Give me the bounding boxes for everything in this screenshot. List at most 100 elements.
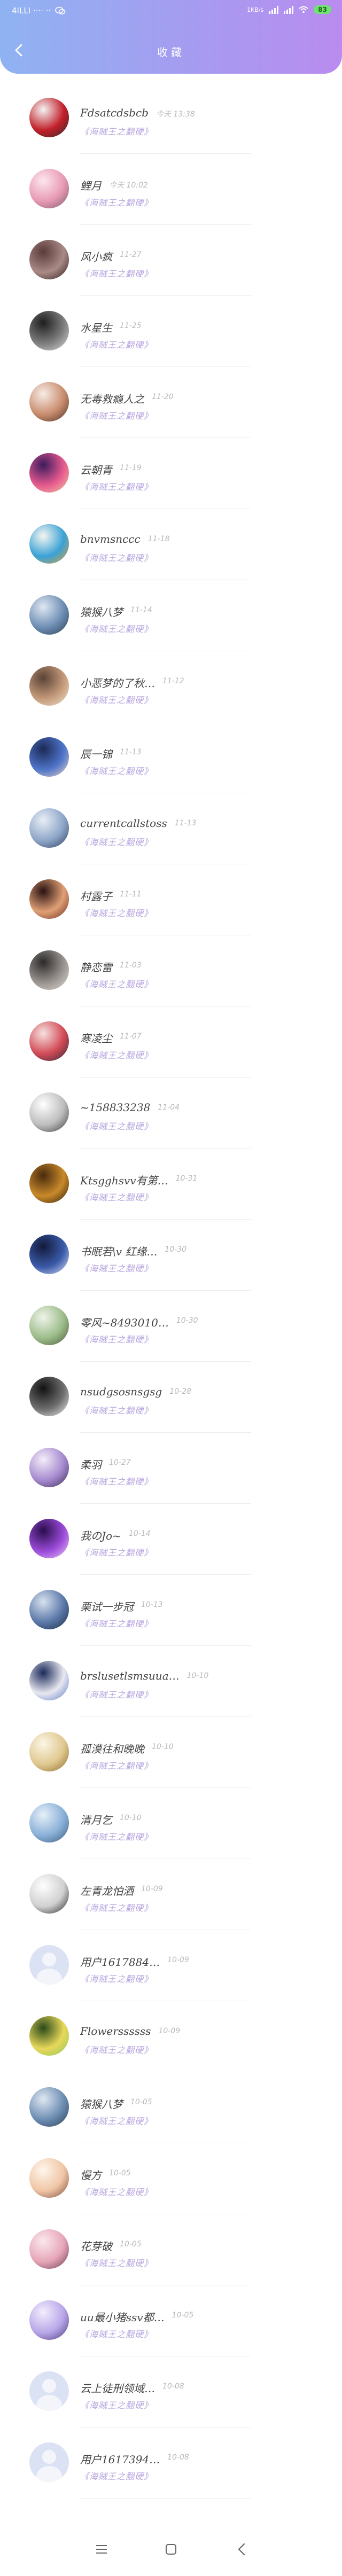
item-time: 11-19 bbox=[120, 464, 142, 472]
avatar[interactable] bbox=[29, 1519, 69, 1558]
avatar[interactable] bbox=[29, 1661, 69, 1700]
avatar[interactable] bbox=[29, 1164, 69, 1203]
avatar[interactable] bbox=[29, 1448, 69, 1487]
item-subtitle: 《海贼王之翻硬》 bbox=[80, 553, 153, 563]
item-subtitle: 《海贼王之翻硬》 bbox=[80, 837, 153, 847]
avatar-placeholder-icon[interactable] bbox=[29, 2442, 69, 2482]
item-subtitle: 《海贼王之翻硬》 bbox=[80, 2187, 153, 2197]
list-item[interactable]: 风小疯 11-27 《海贼王之翻硬》 bbox=[0, 225, 342, 296]
avatar[interactable] bbox=[29, 1235, 69, 1274]
menu-button[interactable] bbox=[91, 2539, 112, 2560]
item-name: 猿猴八梦 bbox=[80, 2098, 123, 2111]
network-speed: 1KB/s bbox=[247, 6, 264, 13]
list-item[interactable]: 猿猴八梦 11-14 《海贼王之翻硬》 bbox=[0, 580, 342, 651]
avatar[interactable] bbox=[29, 169, 69, 208]
item-time: 今天 13:38 bbox=[156, 110, 195, 119]
list-item[interactable]: currentcallstoss 11-13 《海贼王之翻硬》 bbox=[0, 793, 342, 864]
item-time: 10-09 bbox=[167, 1956, 189, 1964]
list-item[interactable]: 零风~8493010… 10-30 《海贼王之翻硬》 bbox=[0, 1291, 342, 1362]
avatar[interactable] bbox=[29, 1377, 69, 1416]
list-item[interactable]: 孤漠往和晚晚 10-10 《海贼王之翻硬》 bbox=[0, 1717, 342, 1788]
list-item[interactable]: 小恶梦的了秋… 11-12 《海贼王之翻硬》 bbox=[0, 651, 342, 722]
avatar[interactable] bbox=[29, 1874, 69, 1914]
list-item[interactable]: 鲤月 今天 10:02 《海贼王之翻硬》 bbox=[0, 154, 342, 225]
list-item[interactable]: 静恋雷 11-03 《海贼王之翻硬》 bbox=[0, 935, 342, 1006]
avatar[interactable] bbox=[29, 2087, 69, 2127]
list-item[interactable]: 清月乞 10-10 《海贼王之翻硬》 bbox=[0, 1788, 342, 1859]
list-item[interactable]: 辰一锦 11-13 《海贼王之翻硬》 bbox=[0, 722, 342, 793]
item-name: 孤漠往和晚晚 bbox=[80, 1743, 144, 1755]
avatar[interactable] bbox=[29, 595, 69, 635]
avatar[interactable] bbox=[29, 1732, 69, 1771]
status-left: 4ILLI ···· ·· bbox=[12, 6, 66, 15]
item-time: 11-25 bbox=[120, 322, 142, 330]
list-item[interactable]: 云朝青 11-19 《海贼王之翻硬》 bbox=[0, 438, 342, 509]
list-item[interactable]: Ktsgghsvv有第… 10-31 《海贼王之翻硬》 bbox=[0, 1149, 342, 1220]
item-name: bnvmsnccc bbox=[80, 533, 141, 545]
home-button[interactable] bbox=[160, 2539, 182, 2560]
list-item[interactable]: Fdsatcdsbcb 今天 13:38 《海贼王之翻硬》 bbox=[0, 83, 342, 154]
avatar[interactable] bbox=[29, 1021, 69, 1061]
avatar[interactable] bbox=[29, 98, 69, 137]
avatar[interactable] bbox=[29, 950, 69, 990]
list-item[interactable]: 柔羽 10-27 《海贼王之翻硬》 bbox=[0, 1433, 342, 1504]
avatar-placeholder-icon[interactable] bbox=[29, 1945, 69, 1985]
avatar[interactable] bbox=[29, 1092, 69, 1132]
list-item[interactable]: 云上徒刑领域… 10-08 《海贼王之翻硬》 bbox=[0, 2356, 342, 2427]
list-item[interactable]: 栗试一步冠 10-13 《海贼王之翻硬》 bbox=[0, 1575, 342, 1646]
item-name: 云朝青 bbox=[80, 464, 112, 477]
item-subtitle: 《海贼王之翻硬》 bbox=[80, 908, 153, 918]
avatar[interactable] bbox=[29, 879, 69, 919]
list-item[interactable]: bnvmsnccc 11-18 《海贼王之翻硬》 bbox=[0, 509, 342, 580]
list-item[interactable]: 水星生 11-25 《海贼王之翻硬》 bbox=[0, 296, 342, 367]
item-time: 10-28 bbox=[169, 1387, 191, 1396]
item-name: 小恶梦的了秋… bbox=[80, 677, 155, 690]
list-item[interactable]: 左青龙怕酒 10-09 《海贼王之翻硬》 bbox=[0, 1859, 342, 1930]
avatar[interactable] bbox=[29, 2300, 69, 2340]
item-name: 鲤月 bbox=[80, 179, 102, 192]
list-item[interactable]: 慢方 10-05 《海贼王之翻硬》 bbox=[0, 2143, 342, 2214]
item-time: 11-20 bbox=[152, 393, 174, 401]
avatar[interactable] bbox=[29, 382, 69, 421]
item-name: 村露子 bbox=[80, 890, 112, 903]
list-item[interactable]: 寒凌尘 11-07 《海贼王之翻硬》 bbox=[0, 1006, 342, 1078]
avatar-placeholder-icon[interactable] bbox=[29, 2371, 69, 2411]
avatar[interactable] bbox=[29, 524, 69, 564]
list-item[interactable]: nsudgsosnsgsg 10-28 《海贼王之翻硬》 bbox=[0, 1362, 342, 1433]
item-name: uu最小猪ssv都… bbox=[80, 2311, 165, 2324]
list-item[interactable]: uu最小猪ssv都… 10-05 《海贼王之翻硬》 bbox=[0, 2285, 342, 2356]
list-item[interactable]: brslusetlsmsuua… 10-10 《海贼王之翻硬》 bbox=[0, 1646, 342, 1717]
item-time: 10-09 bbox=[141, 1885, 163, 1893]
avatar[interactable] bbox=[29, 808, 69, 848]
list-item[interactable]: 用户1617394… 10-08 《海贼王之翻硬》 bbox=[0, 2427, 342, 2499]
item-time: 10-10 bbox=[152, 1743, 174, 1751]
list-item[interactable]: 无毒救瘾人之 11-20 《海贼王之翻硬》 bbox=[0, 367, 342, 438]
list-item[interactable]: ~158833238 11-04 《海贼王之翻硬》 bbox=[0, 1078, 342, 1149]
item-name: 用户1617884… bbox=[80, 1956, 160, 1969]
avatar[interactable] bbox=[29, 1306, 69, 1345]
item-subtitle: 《海贼王之翻硬》 bbox=[80, 2045, 153, 2055]
list-item[interactable]: 书眠若\v 红缘… 10-30 《海贼王之翻硬》 bbox=[0, 1220, 342, 1291]
system-back-button[interactable] bbox=[231, 2539, 252, 2560]
list-item[interactable]: 猿猴八梦 10-05 《海贼王之翻硬》 bbox=[0, 2072, 342, 2143]
item-subtitle: 《海贼王之翻硬》 bbox=[80, 269, 153, 279]
item-time: 11-03 bbox=[120, 961, 142, 970]
avatar[interactable] bbox=[29, 311, 69, 350]
item-subtitle: 《海贼王之翻硬》 bbox=[80, 1050, 153, 1060]
avatar[interactable] bbox=[29, 666, 69, 706]
avatar[interactable] bbox=[29, 2158, 69, 2198]
avatar[interactable] bbox=[29, 737, 69, 777]
avatar[interactable] bbox=[29, 1803, 69, 1843]
avatar[interactable] bbox=[29, 240, 69, 279]
item-time: 10-14 bbox=[128, 1529, 151, 1538]
list-item[interactable]: 村露子 11-11 《海贼王之翻硬》 bbox=[0, 864, 342, 935]
list-item[interactable]: Flowerssssss 10-09 《海贼王之翻硬》 bbox=[0, 2001, 342, 2072]
avatar[interactable] bbox=[29, 2016, 69, 2056]
list-item[interactable]: 我のJo~ 10-14 《海贼王之翻硬》 bbox=[0, 1504, 342, 1575]
avatar[interactable] bbox=[29, 2229, 69, 2269]
battery-icon: 83 bbox=[314, 5, 331, 14]
list-item[interactable]: 用户1617884… 10-09 《海贼王之翻硬》 bbox=[0, 1930, 342, 2001]
list-item[interactable]: 花芽破 10-05 《海贼王之翻硬》 bbox=[0, 2214, 342, 2285]
avatar[interactable] bbox=[29, 1590, 69, 1629]
avatar[interactable] bbox=[29, 453, 69, 493]
